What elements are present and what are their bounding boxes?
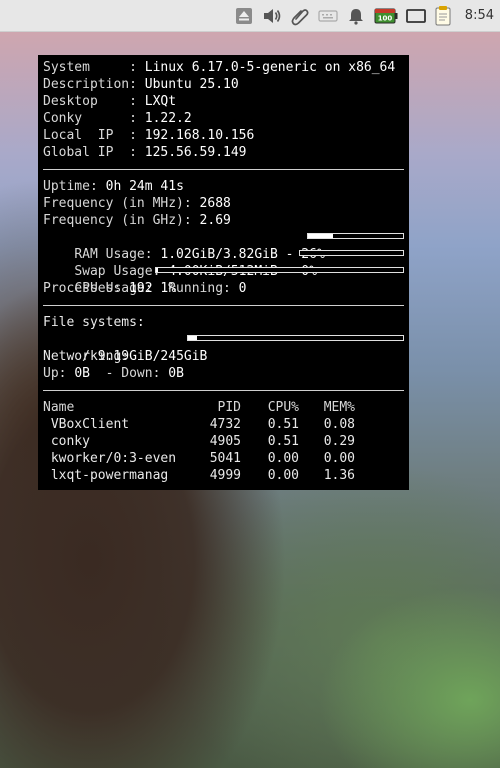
net-down-label: - Down: — [89, 366, 169, 381]
local-ip-label: Local IP : — [43, 128, 145, 143]
cpu-usage-bar — [155, 267, 404, 273]
freq-ghz-line: Frequency (in GHz): 2.69 — [43, 212, 404, 229]
description-label: Description: — [43, 77, 145, 92]
swap-usage-line: Swap Usage: 4.00KiB/512MiB - 0% — [43, 246, 404, 279]
system-label: System : — [43, 60, 145, 75]
ram-usage-bar-fill — [308, 234, 333, 238]
freq-ghz-label: Frequency (in GHz): — [43, 213, 200, 228]
description-line: Description: Ubuntu 25.10 — [43, 76, 404, 93]
conky-widget: System : Linux 6.17.0-5-generic on x86_6… — [38, 55, 409, 490]
divider — [43, 390, 404, 391]
process-table-header: Name PID CPU% MEM% — [43, 399, 404, 416]
process-cpu: 0.51 — [267, 417, 299, 432]
process-pid: 5041 — [209, 451, 241, 466]
process-mem: 0.00 — [323, 451, 355, 466]
process-cpu: 0.00 — [267, 451, 299, 466]
local-ip-value: 192.168.10.156 — [144, 128, 255, 143]
process-pid: 4905 — [209, 434, 241, 449]
process-name: kworker/0:3-even — [43, 451, 177, 466]
battery-level-text: 100 — [377, 14, 392, 22]
process-name: lxqt-powermanag — [43, 468, 169, 483]
keyboard-icon[interactable] — [317, 5, 339, 27]
ram-usage-bar — [307, 233, 404, 239]
net-up-value: 0B — [74, 366, 90, 381]
running-value: 0 — [238, 281, 247, 296]
processes-value: 192 — [129, 281, 153, 296]
process-mem: 1.36 — [323, 468, 355, 483]
net-down-value: 0B — [168, 366, 184, 381]
description-value: Ubuntu 25.10 — [144, 77, 239, 92]
desktop-line: Desktop : LXQt — [43, 93, 404, 110]
cpu-usage-line: CPU Usage: 1% — [43, 263, 404, 296]
global-ip-line: Global IP : 125.56.59.149 — [43, 144, 404, 161]
networking-header: Networking: — [43, 349, 130, 364]
col-pid-header: PID — [217, 400, 241, 415]
process-row: kworker/0:3-even 5041 0.00 0.00 — [43, 450, 404, 467]
process-row: lxqt-powermanag 4999 0.00 1.36 — [43, 467, 404, 484]
freq-ghz-value: 2.69 — [199, 213, 231, 228]
process-row: conky 4905 0.51 0.29 — [43, 433, 404, 450]
cpu-usage-bar-fill — [156, 268, 159, 272]
fs-root-line: / 9.19GiB/245GiB — [43, 331, 404, 364]
process-name: conky — [43, 434, 90, 449]
panel-clock[interactable]: 8:54 — [465, 8, 494, 23]
col-mem-header: MEM% — [323, 400, 355, 415]
process-cpu: 0.51 — [267, 434, 299, 449]
processes-label: Processes: — [43, 281, 130, 296]
local-ip-line: Local IP : 192.168.10.156 — [43, 127, 404, 144]
clipboard-note-icon[interactable] — [433, 5, 455, 27]
uptime-label: Uptime: — [43, 179, 106, 194]
freq-mhz-value: 2688 — [199, 196, 231, 211]
conky-version-value: 1.22.2 — [144, 111, 192, 126]
process-cpu: 0.00 — [267, 468, 299, 483]
system-line: System : Linux 6.17.0-5-generic on x86_6… — [43, 59, 404, 76]
process-pid: 4732 — [209, 417, 241, 432]
freq-mhz-line: Frequency (in MHz): 2688 — [43, 195, 404, 212]
global-ip-label: Global IP : — [43, 145, 145, 160]
ram-usage-line: RAM Usage: 1.02GiB/3.82GiB - 26% — [43, 229, 404, 262]
process-name: VBoxClient — [43, 417, 130, 432]
process-row: VBoxClient 4732 0.51 0.08 — [43, 416, 404, 433]
running-label: Running: — [152, 281, 239, 296]
volume-icon[interactable] — [261, 5, 283, 27]
divider — [43, 169, 404, 170]
desktop-value: LXQt — [144, 94, 177, 109]
conky-version-label: Conky : — [43, 111, 145, 126]
processes-line: Processes: 192 Running: 0 — [43, 280, 404, 297]
net-up-label: Up: — [43, 366, 75, 381]
desktop-label: Desktop : — [43, 94, 145, 109]
process-mem: 0.08 — [323, 417, 355, 432]
process-pid: 4999 — [209, 468, 241, 483]
divider — [43, 305, 404, 306]
uptime-line: Uptime: 0h 24m 41s — [43, 178, 404, 195]
paperclip-icon[interactable] — [289, 5, 311, 27]
conky-version-line: Conky : 1.22.2 — [43, 110, 404, 127]
top-panel: 100 8:54 — [0, 0, 500, 32]
network-line: Up: 0B - Down: 0B — [43, 365, 404, 382]
global-ip-value: 125.56.59.149 — [144, 145, 247, 160]
freq-mhz-label: Frequency (in MHz): — [43, 196, 200, 211]
eject-icon[interactable] — [233, 5, 255, 27]
system-value: Linux 6.17.0-5-generic on x86_64 — [144, 60, 396, 75]
col-cpu-header: CPU% — [267, 400, 299, 415]
fs-root-bar — [187, 335, 404, 341]
display-icon[interactable] — [405, 5, 427, 27]
notification-bell-icon[interactable] — [345, 5, 367, 27]
file-systems-header: File systems: — [43, 315, 145, 330]
battery-icon[interactable]: 100 — [373, 5, 399, 27]
uptime-value: 0h 24m 41s — [105, 179, 184, 194]
process-mem: 0.29 — [323, 434, 355, 449]
swap-usage-bar — [299, 250, 404, 256]
fs-root-bar-fill — [188, 336, 197, 340]
col-name-header: Name — [43, 400, 75, 415]
